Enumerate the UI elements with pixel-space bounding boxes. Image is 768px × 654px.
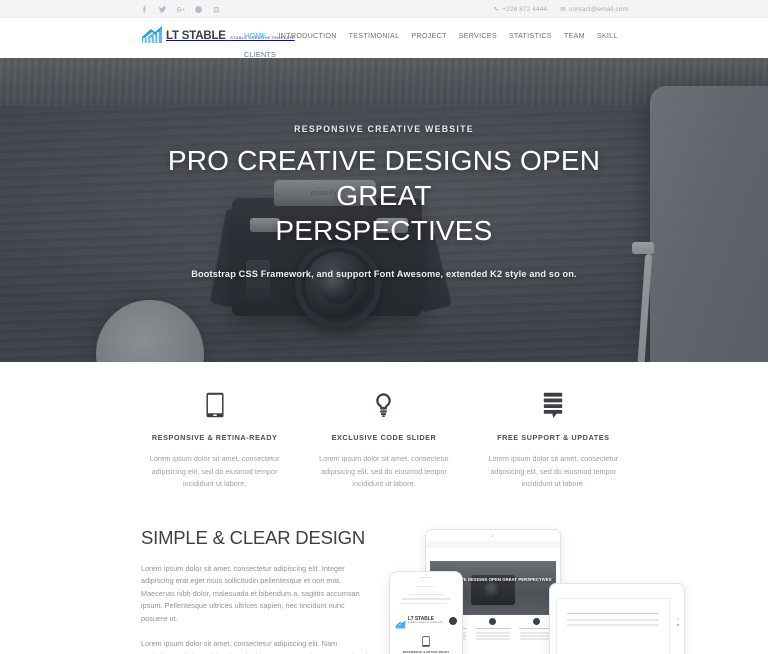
- mockup-line: [519, 638, 553, 640]
- section-paragraph: Lorem ipsum dolor sit amet, consectetur …: [141, 563, 360, 623]
- phone-logo: LT STABLE STABLE CREATIVE TEMPLATE: [395, 616, 443, 629]
- feature-title: RESPONSIVE & RETINA-READY: [151, 433, 278, 442]
- features-section: RESPONSIVE & RETINA-READY Lorem ipsum do…: [0, 362, 768, 513]
- nav-item-project[interactable]: PROJECT: [411, 26, 446, 45]
- chart-logo-icon: [141, 25, 163, 44]
- mockup-feature: [473, 617, 512, 642]
- hero-subtitle: Bootstrap CSS Framework, and support Fon…: [191, 268, 577, 279]
- mockup-line: [519, 632, 553, 634]
- phone-feature-title: RESPONSIVE & RETINA-READY: [402, 649, 450, 654]
- hero-title-line-3: PERSPECTIVES: [275, 214, 493, 246]
- mockup-line: [401, 602, 445, 605]
- phone-item[interactable]: +228 872 4444: [493, 6, 547, 13]
- hero-title-line-2: GREAT: [336, 179, 432, 211]
- mockup-feature-icon: [489, 617, 497, 625]
- phone-icon: [494, 6, 499, 11]
- phone-mockup-left: LT STABLE STABLE CREATIVE TEMPLATE RESPO…: [389, 570, 463, 654]
- tablet-indicator-dot: [676, 623, 679, 626]
- mockup-line: [519, 635, 553, 637]
- feature-text: Lorem ipsum dolor sit amet, consectetur …: [488, 454, 619, 488]
- email-item[interactable]: contact@email.com: [560, 6, 628, 13]
- mockup-topbar: [426, 540, 560, 548]
- phone-number: +228 872 4444: [502, 5, 548, 13]
- nav-item-services[interactable]: SERVICES: [459, 26, 497, 45]
- feature-card: FREE SUPPORT & UPDATES Lorem ipsum dolor…: [469, 390, 638, 491]
- mockup-line: [476, 638, 510, 640]
- feature-title: FREE SUPPORT & UPDATES: [497, 433, 610, 442]
- mockup-line: [475, 627, 511, 630]
- tablet-mockup-right: [549, 582, 685, 654]
- linkedin-icon[interactable]: [212, 5, 221, 14]
- page-root: +228 872 4444 contact@email.com LT STABL…: [0, 0, 768, 654]
- nav-item-introduction[interactable]: INTRODUCTION: [279, 26, 337, 45]
- hero-title-line-1: PRO CREATIVE DESIGNS OPEN: [167, 144, 601, 176]
- logo-title: LT STABLE: [166, 30, 226, 42]
- comments-icon: [483, 390, 624, 420]
- envelope-icon: [560, 7, 566, 11]
- tablet-indicator-dot: [676, 617, 679, 620]
- phone-logo-text: LT STABLE STABLE CREATIVE TEMPLATE: [408, 616, 443, 624]
- facebook-icon[interactable]: [140, 5, 149, 14]
- mockup-line: [417, 585, 435, 588]
- site-header: LT STABLE STABLE CREATIVE TEMPLATE HOME …: [0, 18, 768, 59]
- section-title: SIMPLE & CLEAR DESIGN: [141, 526, 366, 548]
- section-paragraph: Lorem ipsum dolor sit amet, consectetur …: [141, 639, 367, 654]
- mockup-line: [401, 598, 451, 600]
- mockup-line: [567, 619, 659, 621]
- feature-card: RESPONSIVE & RETINA-READY Lorem ipsum do…: [130, 390, 299, 491]
- lightbulb-icon: [313, 390, 454, 420]
- feature-text: Lorem ipsum dolor sit amet, consectetur …: [149, 454, 280, 488]
- mockup-line: [567, 623, 659, 626]
- mockup-line: [476, 632, 510, 634]
- tablet-camera-dot: [491, 534, 495, 537]
- phone-social-row: [395, 592, 457, 608]
- phone-statusline: [395, 584, 457, 590]
- nav-item-testimonial[interactable]: TESTIMONIAL: [349, 26, 400, 45]
- phone-menu-button[interactable]: [449, 616, 457, 625]
- pinterest-icon[interactable]: [194, 5, 203, 14]
- mockup-line: [409, 593, 443, 596]
- chart-logo-icon: [395, 616, 406, 629]
- hero-eyebrow: RESPONSIVE CREATIVE WEBSITE: [294, 123, 474, 134]
- device-mockups: PRO CREATIVE DESIGNS OPEN GREAT PERSPECT…: [389, 527, 709, 654]
- nav-item-statistics[interactable]: STATISTICS: [509, 26, 552, 45]
- email-address: contact@email.com: [569, 5, 628, 13]
- mockup-content-sheet: [556, 597, 670, 654]
- phone-speaker: [420, 576, 432, 579]
- nav-item-team[interactable]: TEAM: [564, 26, 585, 45]
- hero-banner: minolta RESPONSIVE CREATIVE WEBSITE PRO …: [0, 58, 768, 362]
- google-plus-icon[interactable]: [176, 5, 185, 14]
- feature-title: EXCLUSIVE CODE SLIDER: [331, 433, 437, 442]
- hero-content: RESPONSIVE CREATIVE WEBSITE PRO CREATIVE…: [0, 58, 768, 362]
- nav-item-home[interactable]: HOME: [244, 26, 267, 45]
- tablet-icon: [144, 390, 285, 420]
- contact-info: +228 872 4444 contact@email.com: [493, 0, 628, 18]
- mockup-header: [426, 547, 560, 560]
- topbar: +228 872 4444 contact@email.com: [0, 0, 768, 18]
- twitter-icon[interactable]: [158, 5, 167, 14]
- phone-logo-subtitle: STABLE CREATIVE TEMPLATE: [408, 621, 443, 624]
- tablet-icon: [422, 635, 430, 647]
- feature-card: EXCLUSIVE CODE SLIDER Lorem ipsum dolor …: [299, 390, 468, 491]
- nav-item-skill[interactable]: SKILL: [597, 26, 618, 45]
- mockup-line: [567, 612, 659, 615]
- simple-design-text: SIMPLE & CLEAR DESIGN Lorem ipsum dolor …: [141, 527, 389, 654]
- mockup-feature-icon: [532, 617, 540, 625]
- phone-camera-dot: [425, 573, 427, 576]
- social-links: [140, 0, 221, 18]
- hero-title: PRO CREATIVE DESIGNS OPEN GREAT PERSPECT…: [168, 143, 600, 248]
- mockup-line: [476, 635, 510, 637]
- simple-design-section: SIMPLE & CLEAR DESIGN Lorem ipsum dolor …: [0, 513, 768, 654]
- feature-text: Lorem ipsum dolor sit amet, consectetur …: [319, 454, 449, 488]
